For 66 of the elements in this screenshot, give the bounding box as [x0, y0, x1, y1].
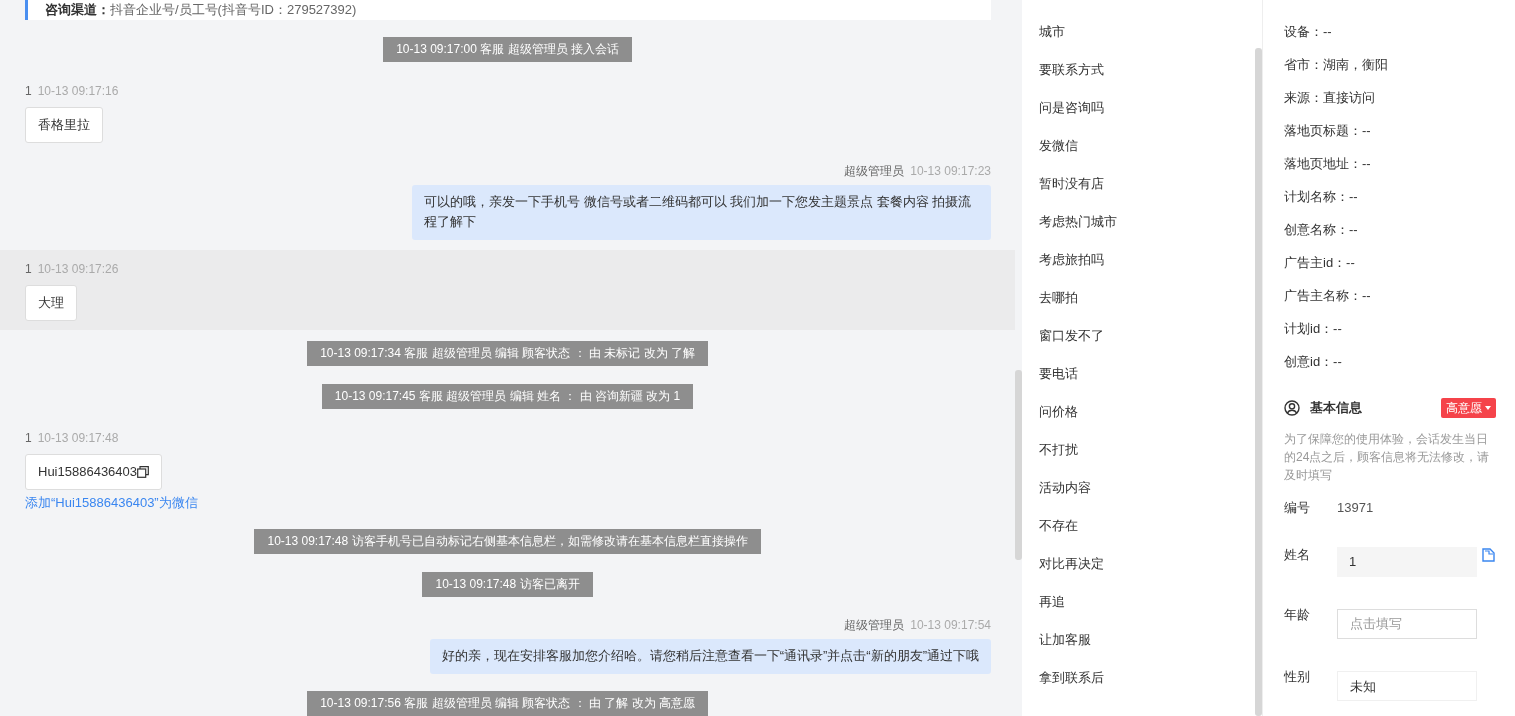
message-bubble: 香格里拉	[25, 107, 103, 143]
detail-text: 广告主id：--	[1284, 255, 1355, 270]
detail-text: 创意id：--	[1284, 354, 1342, 369]
quick-reply-item[interactable]: 让加客服	[1039, 621, 1255, 659]
field-label: 姓名	[1284, 545, 1311, 564]
message-time: 10-13 09:17:16	[37, 83, 119, 99]
sender-name: 1	[25, 261, 32, 277]
caret-icon	[1485, 406, 1491, 410]
message-bubble: Hui15886436403	[25, 454, 163, 490]
scrollbar[interactable]	[1255, 48, 1262, 716]
field-label: 性别	[1284, 668, 1311, 686]
quick-reply-item[interactable]: 再追	[1039, 583, 1255, 621]
field-value: 13971	[1337, 499, 1374, 517]
quick-reply-item[interactable]: 不存在	[1039, 507, 1255, 545]
detail-text: 落地页标题：--	[1284, 123, 1371, 138]
person-icon	[1284, 400, 1300, 416]
scrollbar[interactable]	[1015, 370, 1022, 560]
sender-name: 超级管理员	[844, 163, 905, 179]
message-bubble: 可以的哦，亲发一下手机号 微信号或者二维码都可以 我们加一下您发主题景点 套餐内容 拍摄流程了解下	[412, 185, 991, 240]
status-dropdown[interactable]: 高意愿	[1441, 398, 1496, 418]
input-field[interactable]: 1	[1337, 547, 1477, 577]
quick-reply-item[interactable]: 考虑热门城市	[1039, 203, 1255, 241]
quick-reply-item[interactable]: 活动内容	[1039, 469, 1255, 507]
system-message: 10-13 09:17:48 访客已离开	[422, 572, 593, 597]
quick-reply-item[interactable]: 考虑旅拍吗	[1039, 241, 1255, 279]
quick-reply-item[interactable]: 暂时没有店	[1039, 165, 1255, 203]
message-time: 10-13 09:17:54	[910, 617, 991, 633]
select-field[interactable]: 未知	[1337, 671, 1477, 701]
quick-reply-item[interactable]: 要联系方式	[1039, 51, 1255, 89]
message-bubble: 好的亲，现在安排客服加您介绍哈。请您稍后注意查看一下“通讯录”并点击“新的朋友”通过下哦	[429, 639, 991, 674]
section-title: 基本信息	[1310, 399, 1363, 417]
quick-reply-item[interactable]: 要电话	[1039, 355, 1255, 393]
quick-reply-item[interactable]: 窗口发不了	[1039, 317, 1255, 355]
field-label: 年龄	[1284, 606, 1311, 624]
quick-reply-item[interactable]: 问价格	[1039, 393, 1255, 431]
detail-text: 计划id：--	[1284, 321, 1342, 336]
channel-text: 咨询渠道：抖音企业号/员工号(抖音号ID：279527392)	[45, 1, 357, 19]
sender-name: 1	[25, 430, 32, 446]
input-field[interactable]: 点击填写	[1337, 609, 1477, 639]
detail-text: 落地页地址：--	[1284, 156, 1371, 171]
detail-text: 来源：直接访问	[1284, 90, 1375, 105]
quick-reply-item[interactable]: 问是咨询吗	[1039, 89, 1255, 127]
system-message: 10-13 09:17:48 访客手机号已自动标记右侧基本信息栏，如需修改请在基本信息栏直接操作	[254, 529, 761, 554]
quick-reply-item[interactable]: 发微信	[1039, 127, 1255, 165]
quick-reply-item[interactable]: 拿到联系后	[1039, 659, 1255, 697]
quick-reply-item[interactable]: 去哪拍	[1039, 279, 1255, 317]
sender-name: 超级管理员	[844, 617, 905, 633]
detail-text: 广告主名称：--	[1284, 288, 1371, 303]
system-message: 10-13 09:17:56 客服 超级管理员 编辑 顾客状态 ： 由 了解 改为 高意愿	[307, 691, 708, 716]
message-time: 10-13 09:17:48	[37, 430, 119, 446]
sender-name: 1	[25, 83, 32, 99]
detail-text: 省市：湖南，衡阳	[1284, 57, 1388, 72]
detail-text: 设备：--	[1284, 24, 1332, 39]
system-message: 10-13 09:17:00 客服 超级管理员 接入会话	[383, 37, 632, 62]
message-time: 10-13 09:17:26	[37, 261, 119, 277]
field-label: 编号	[1284, 499, 1311, 517]
system-message: 10-13 09:17:34 客服 超级管理员 编辑 顾客状态 ： 由 未标记 改为 了解	[307, 341, 708, 366]
quick-reply-item[interactable]: 城市	[1039, 13, 1255, 51]
quick-reply-item[interactable]: 对比再决定	[1039, 545, 1255, 583]
notice-text: 为了保障您的使用体验，会话发生当日的24点之后，顾客信息将无法修改，请及时填写	[1284, 431, 1491, 484]
message-time: 10-13 09:17:23	[910, 163, 991, 179]
detail-text: 创意名称：--	[1284, 222, 1358, 237]
quick-reply-item[interactable]: 不打扰	[1039, 431, 1255, 469]
system-message: 10-13 09:17:45 客服 超级管理员 编辑 姓名 ： 由 咨询新疆 改为 1	[321, 384, 694, 409]
detail-text: 计划名称：--	[1284, 189, 1358, 204]
message-bubble: 大理	[25, 285, 77, 321]
